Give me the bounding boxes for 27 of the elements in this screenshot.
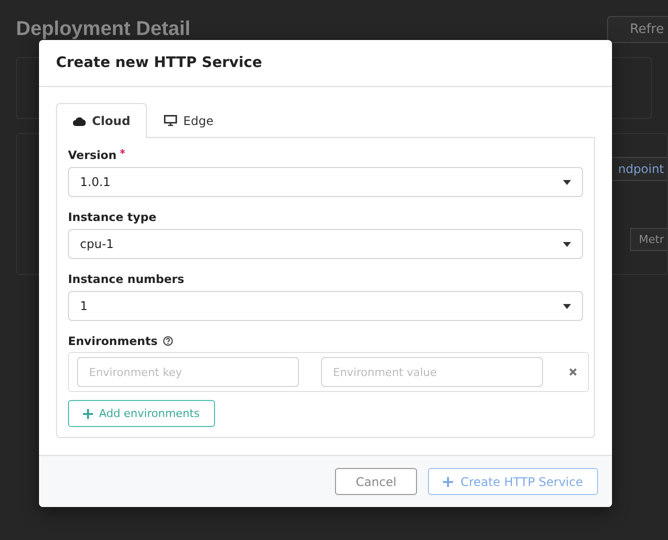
page-title: Deployment Detail bbox=[16, 18, 190, 41]
field-label: Version bbox=[68, 148, 117, 162]
caret-icon bbox=[563, 180, 571, 184]
environment-key-field[interactable]: Environment key bbox=[77, 357, 299, 387]
field-label: Environments bbox=[68, 334, 158, 348]
environment-value-field[interactable]: Environment value bbox=[321, 357, 543, 387]
field-label: Instance type bbox=[68, 210, 156, 224]
select-field[interactable]: cpu-1 bbox=[68, 229, 583, 259]
monitor-icon bbox=[164, 115, 178, 126]
caret-icon bbox=[563, 242, 571, 246]
plus-icon bbox=[443, 476, 454, 486]
cloud-icon bbox=[73, 116, 86, 126]
close-icon[interactable] bbox=[569, 368, 577, 376]
dialog-title: Create new HTTP Service bbox=[56, 55, 264, 71]
endpoint-button[interactable]: ndpoint bbox=[609, 157, 667, 182]
select-field[interactable]: 1 bbox=[68, 291, 583, 321]
add-environments-button[interactable]: Add environments bbox=[68, 400, 215, 427]
tab[interactable]: Edge bbox=[147, 103, 230, 137]
tab[interactable]: Cloud bbox=[56, 103, 148, 138]
metrics-button[interactable]: Metr bbox=[630, 228, 667, 251]
cancel-button[interactable]: Cancel bbox=[334, 468, 418, 495]
caret-icon bbox=[563, 304, 571, 308]
field-label: Instance numbers bbox=[68, 272, 184, 286]
plus-icon bbox=[83, 408, 93, 418]
help-icon bbox=[162, 336, 173, 346]
refresh-button[interactable]: Refre bbox=[606, 16, 668, 43]
select-field[interactable]: 1.0.1 bbox=[68, 167, 583, 197]
